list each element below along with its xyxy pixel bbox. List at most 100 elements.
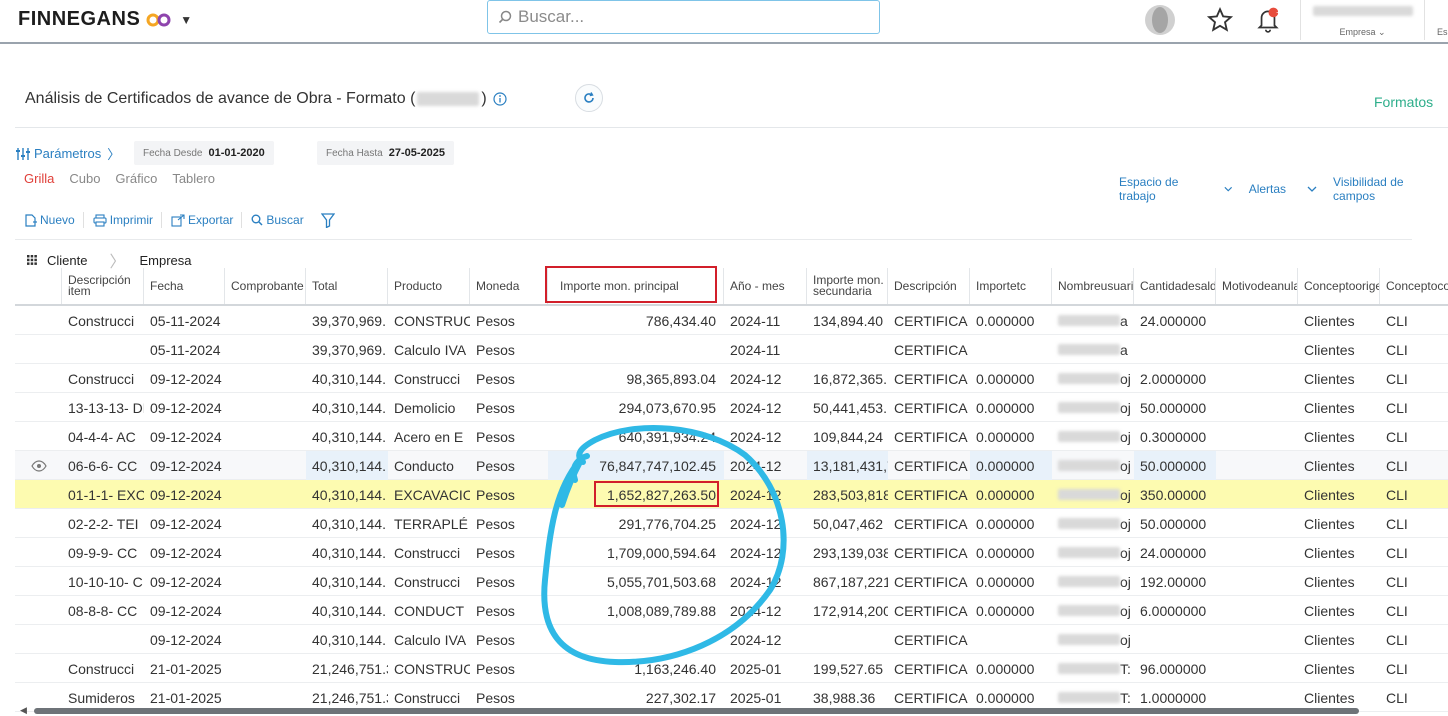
table-cell [225,364,306,393]
column-header[interactable]: Importe mon. secundaria [807,268,888,304]
print-button[interactable]: Imprimir [93,212,163,228]
chevron-down-icon[interactable]: ▼ [180,13,192,27]
table-cell: 0.000000 [976,602,1035,619]
divider [15,127,1448,128]
column-header[interactable]: Total [306,268,388,304]
table-cell [62,335,144,364]
table-cell: oj [1052,393,1134,422]
row-selector-header [15,268,62,304]
filter-icon[interactable] [320,212,335,228]
field-visibility-dropdown[interactable]: Visibilidad de campos [1333,175,1448,203]
table-cell: 21-01-2025 [150,660,222,677]
table-cell: CLI [1386,428,1408,445]
column-header[interactable]: Conceptoorigen [1298,268,1380,304]
table-cell: Demolicio [394,399,456,416]
formatos-link[interactable]: Formatos [1374,94,1433,110]
table-cell [1216,509,1298,538]
column-header[interactable]: Comprobante [225,268,306,304]
table-cell: Clientes [1304,370,1355,387]
company-selector[interactable]: Empresa ⌄ [1300,0,1425,40]
table-cell: Clientes [1304,631,1355,648]
table-cell: 40,310,144. [312,631,386,648]
assistant-icon[interactable] [1140,2,1180,38]
table-cell: CLI [1386,602,1408,619]
tab-cubo[interactable]: Cubo [69,171,100,186]
field-visibility-label: Visibilidad de campos [1333,175,1404,203]
user-name-suffix: oj [1120,544,1131,561]
table-cell: Calculo IVA [394,341,467,358]
param-fecha-desde[interactable]: Fecha Desde 01-01-2020 [134,141,274,165]
table-cell [225,393,306,422]
table-cell: 40,310,144. [312,370,386,387]
column-header[interactable]: Moneda [470,268,548,304]
group-cliente[interactable]: Cliente [47,253,87,268]
table-cell: CERTIFICA [894,631,968,648]
refresh-button[interactable] [575,84,603,112]
param-fecha-hasta[interactable]: Fecha Hasta 27-05-2025 [317,141,454,165]
grid-icon[interactable] [27,255,37,265]
column-header[interactable]: Descripción item [62,268,144,304]
new-button[interactable]: Nuevo [24,212,84,228]
column-header[interactable]: Año - mes [724,268,807,304]
table-cell: 10-10-10- C [68,573,143,590]
user-name-suffix: oj [1120,631,1131,648]
table-cell: Clientes [1304,544,1355,561]
column-header[interactable]: Conceptocodigo [1380,268,1448,304]
star-icon[interactable] [1200,2,1240,38]
top-icons: 1 [1140,0,1288,40]
tab-grafico[interactable]: Gráfico [115,171,157,186]
table-cell: Pesos [476,370,515,387]
company-label: Empresa ⌄ [1339,27,1386,37]
column-header[interactable]: Motivodeanulacion [1216,268,1298,304]
search-label: Buscar [266,213,304,227]
column-header[interactable]: Producto [388,268,470,304]
user-name-redacted [1058,402,1120,413]
user-name-suffix: oj [1120,428,1131,445]
scrollbar-thumb[interactable] [34,708,1359,714]
export-button[interactable]: Exportar [171,212,243,228]
table-cell: CERTIFICA [894,486,968,503]
table-row[interactable]: Construcci 09-12-2024 40,310,144. Construcc… [15,364,1448,393]
column-header[interactable]: Fecha [144,268,225,304]
table-cell: CLI [1386,457,1408,474]
global-search[interactable] [487,0,880,34]
export-label: Exportar [188,213,234,227]
table-row[interactable]: Construcci 05-11-2024 39,370,969. CONSTRUC P… [15,306,1448,335]
table-cell [225,654,306,683]
bell-icon[interactable]: 1 [1248,2,1288,38]
tab-grilla[interactable]: Grilla [24,171,54,186]
scroll-left-icon[interactable]: ◀ [20,705,27,716]
search-input[interactable] [518,7,848,27]
refresh-icon [584,92,594,103]
table-cell: oj [1052,509,1134,538]
parameters-toggle[interactable]: Parámetros 〉 [15,144,120,163]
search-button[interactable]: Buscar [251,212,311,228]
column-header[interactable]: Descripción [888,268,970,304]
table-cell: 08-8-8- CC [68,602,138,619]
workspace-dropdown[interactable]: Espacio de trabajo [1119,175,1233,203]
table-cell: 09-12-2024 [150,573,222,590]
alerts-dropdown[interactable]: Alertas [1249,175,1317,203]
table-cell: 0.000000 [976,428,1035,445]
parameters-label: Parámetros [34,146,102,161]
format-name-redacted [417,92,480,106]
group-empresa[interactable]: Empresa [139,253,191,268]
column-header[interactable]: Importetc [970,268,1052,304]
brand-logo[interactable]: FINNEGANS ▼ [18,8,193,31]
table-cell: 134,894.40 [813,312,884,329]
tab-tablero[interactable]: Tablero [172,171,215,186]
column-header[interactable]: Cantidadesaldo [1134,268,1216,304]
table-cell: 21,246,751.3 [312,660,388,677]
table-cell: 02-2-2- TEI [68,515,139,532]
column-header[interactable]: Nombreusuario [1052,268,1134,304]
table-row[interactable]: 13-13-13- DE 09-12-2024 40,310,144. Demolic… [15,393,1448,422]
grid-toolbar: Nuevo Imprimir Exportar Buscar [24,212,335,228]
table-cell [1216,451,1298,480]
eye-icon[interactable] [31,459,47,477]
table-cell [1216,654,1298,683]
table-cell: Acero en E [394,428,464,445]
info-icon[interactable] [493,92,507,106]
horizontal-scrollbar[interactable]: ◀ [20,704,1440,716]
table-row[interactable]: 05-11-2024 39,370,969. Calculo IVA Pesos 202… [15,335,1448,364]
table-cell: Clientes [1304,457,1355,474]
